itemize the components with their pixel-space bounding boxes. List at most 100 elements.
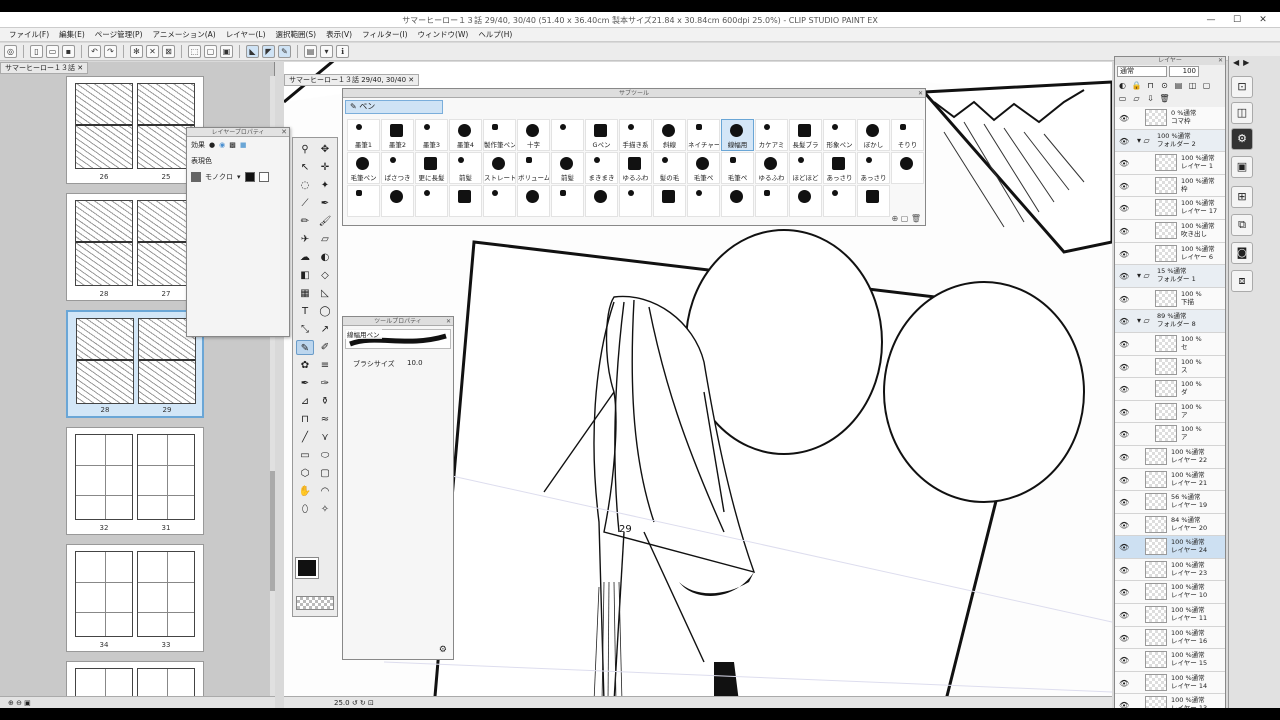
brush-item[interactable]: [619, 185, 652, 217]
layer-search-icon[interactable]: ⊞: [1231, 186, 1253, 208]
layer-folder[interactable]: 👁 ▾ ▱ 15 %通常 フォルダー 1: [1115, 265, 1225, 288]
brush-item[interactable]: ゆるふわ: [755, 152, 788, 184]
brush-item[interactable]: ゆるふわ: [619, 152, 652, 184]
layer-row[interactable]: 👁 100 %通常 レイヤー 17: [1115, 197, 1225, 220]
rotate-icon[interactable]: ↺ ↻ ⊡: [352, 699, 374, 707]
effect-border-icon[interactable]: ●: [209, 141, 215, 149]
ellipse-tool-icon[interactable]: ⬭: [316, 448, 334, 463]
layer-row[interactable]: 👁 100 % ス: [1115, 355, 1225, 379]
layer-draft-icon[interactable]: ▤: [1173, 81, 1184, 91]
page-thumbnail[interactable]: [76, 318, 134, 404]
menu-item[interactable]: 選択範囲(S): [271, 28, 322, 41]
close-icon[interactable]: ✕: [918, 89, 923, 98]
brush-item[interactable]: [755, 185, 788, 217]
menu-item[interactable]: 編集(E): [54, 28, 90, 41]
visibility-eye-icon[interactable]: 👁: [1119, 701, 1129, 708]
fill-tool-icon[interactable]: ◐: [316, 250, 334, 265]
brush-item[interactable]: カケアミ: [755, 119, 788, 151]
page-manager-tab[interactable]: サマーヒーロー１３話 ✕: [0, 62, 89, 74]
brush-item[interactable]: 十字: [517, 119, 550, 151]
brush-item[interactable]: [653, 185, 686, 217]
sub-tool-group[interactable]: ✎ ペン: [345, 100, 443, 114]
visibility-eye-icon[interactable]: 👁: [1119, 679, 1129, 688]
eraser-tool-icon[interactable]: ▱: [316, 232, 334, 247]
main-color-swatch[interactable]: [295, 557, 319, 579]
stamp-tool-icon[interactable]: ⊓: [296, 412, 314, 427]
brush-item[interactable]: 墨筆4: [449, 119, 482, 151]
page-spread[interactable]: 32 31: [66, 427, 204, 535]
layer-row[interactable]: 👁 100 %通常枠: [1115, 174, 1225, 198]
brush-tool-icon[interactable]: 🖌: [316, 214, 334, 229]
layer-row[interactable]: 👁 100 %通常 レイヤー 15: [1115, 649, 1225, 672]
layer-row[interactable]: 👁 0 %通常 コマ枠: [1115, 107, 1225, 130]
menu-item[interactable]: レイヤー(L): [221, 28, 271, 41]
close-icon[interactable]: ✕: [446, 317, 451, 326]
material-icon[interactable]: ▣: [1231, 156, 1253, 178]
visibility-eye-icon[interactable]: 👁: [1119, 656, 1129, 665]
brush-item[interactable]: [857, 185, 890, 217]
layer-row[interactable]: 👁 100 %通常 レイヤー 10: [1115, 581, 1225, 605]
brush-item[interactable]: 長髪ブラ: [789, 119, 822, 151]
new-file-icon[interactable]: ▯: [30, 45, 43, 58]
layer-clip-icon[interactable]: ⊓: [1145, 81, 1156, 91]
blend-tool-icon[interactable]: ☁: [296, 250, 314, 265]
brush-item[interactable]: [517, 185, 550, 217]
zoom-tool-icon[interactable]: ⚲: [296, 142, 314, 157]
page-thumbnail[interactable]: [75, 551, 133, 637]
layer-row[interactable]: 👁 100 % ダ: [1115, 378, 1225, 401]
new-folder-icon[interactable]: ▱: [1131, 94, 1142, 104]
folder-icon[interactable]: ▾ ▱: [1137, 316, 1150, 325]
layer-row[interactable]: 👁 100 %通常 レイヤー 6: [1115, 242, 1225, 266]
sub-tool-footer-icons[interactable]: ⊕ ▢ 🗑: [891, 214, 921, 223]
gradient-tool-icon[interactable]: ◧: [296, 268, 314, 283]
settings-icon[interactable]: ⚙: [439, 645, 447, 655]
visibility-eye-icon[interactable]: 👁: [1119, 566, 1129, 575]
brush-item[interactable]: 毛筆ぺ: [687, 152, 720, 184]
brush-item[interactable]: ストレート: [483, 152, 516, 184]
dropdown-icon[interactable]: ▾: [320, 45, 333, 58]
marker-tool-icon[interactable]: ✐: [316, 340, 334, 355]
effect-color-icon[interactable]: ■: [240, 141, 247, 149]
brush-item[interactable]: 前髪: [449, 152, 482, 184]
color-set-icon[interactable]: ◙: [1231, 242, 1253, 264]
rect-tool-icon[interactable]: ▭: [296, 448, 314, 463]
brush-item[interactable]: [721, 185, 754, 217]
layer-folder[interactable]: 👁 ▾ ▱ 89 %通常 フォルダー 8: [1115, 310, 1225, 333]
close-icon[interactable]: ✕: [1218, 57, 1223, 65]
move-layer-tool-icon[interactable]: ✛: [316, 160, 334, 175]
brush-item[interactable]: 墨筆2: [381, 119, 414, 151]
lasso-tool-icon[interactable]: ◌: [296, 178, 314, 193]
brush-item[interactable]: あっさり: [857, 152, 890, 184]
visibility-eye-icon[interactable]: 👁: [1119, 611, 1129, 620]
zoom-value[interactable]: 25.0: [334, 699, 350, 707]
brush-item[interactable]: 更に長髪: [415, 152, 448, 184]
transparent-color-swatch[interactable]: [296, 596, 334, 610]
page-thumbnail[interactable]: [75, 200, 133, 286]
visibility-eye-icon[interactable]: 👁: [1119, 408, 1129, 417]
operation-tool-icon[interactable]: ↖: [296, 160, 314, 175]
oval-tool-icon[interactable]: ⬯: [296, 502, 314, 517]
brush-item[interactable]: [891, 152, 924, 184]
menu-item[interactable]: アニメーション(A): [148, 28, 221, 41]
black-swatch[interactable]: [244, 172, 255, 182]
page-spread[interactable]: 28 29: [66, 310, 204, 418]
visibility-eye-icon[interactable]: 👁: [1119, 204, 1129, 213]
brush-item[interactable]: 毛筆ぺ: [721, 152, 754, 184]
history-icon[interactable]: ⧉: [1231, 214, 1253, 236]
text-tool-icon[interactable]: T: [296, 304, 314, 319]
brush-item[interactable]: [585, 185, 618, 217]
magic-wand-tool-icon[interactable]: ✦: [316, 178, 334, 193]
animation-icon[interactable]: ⧈: [1231, 270, 1253, 292]
visibility-eye-icon[interactable]: 👁: [1119, 340, 1129, 349]
brush-item[interactable]: [823, 185, 856, 217]
visibility-eye-icon[interactable]: 👁: [1119, 295, 1129, 304]
loading-icon[interactable]: ✻: [130, 45, 143, 58]
pointer-tool-icon[interactable]: ↗: [316, 322, 334, 337]
brush-item[interactable]: [449, 185, 482, 217]
polyline-tool-icon[interactable]: ⋎: [316, 430, 334, 445]
brush-item[interactable]: そりり: [891, 119, 924, 151]
menu-item[interactable]: ページ管理(P): [90, 28, 148, 41]
transform-icon[interactable]: ⊠: [162, 45, 175, 58]
menu-item[interactable]: フィルター(I): [357, 28, 412, 41]
minimize-button[interactable]: —: [1198, 12, 1224, 28]
